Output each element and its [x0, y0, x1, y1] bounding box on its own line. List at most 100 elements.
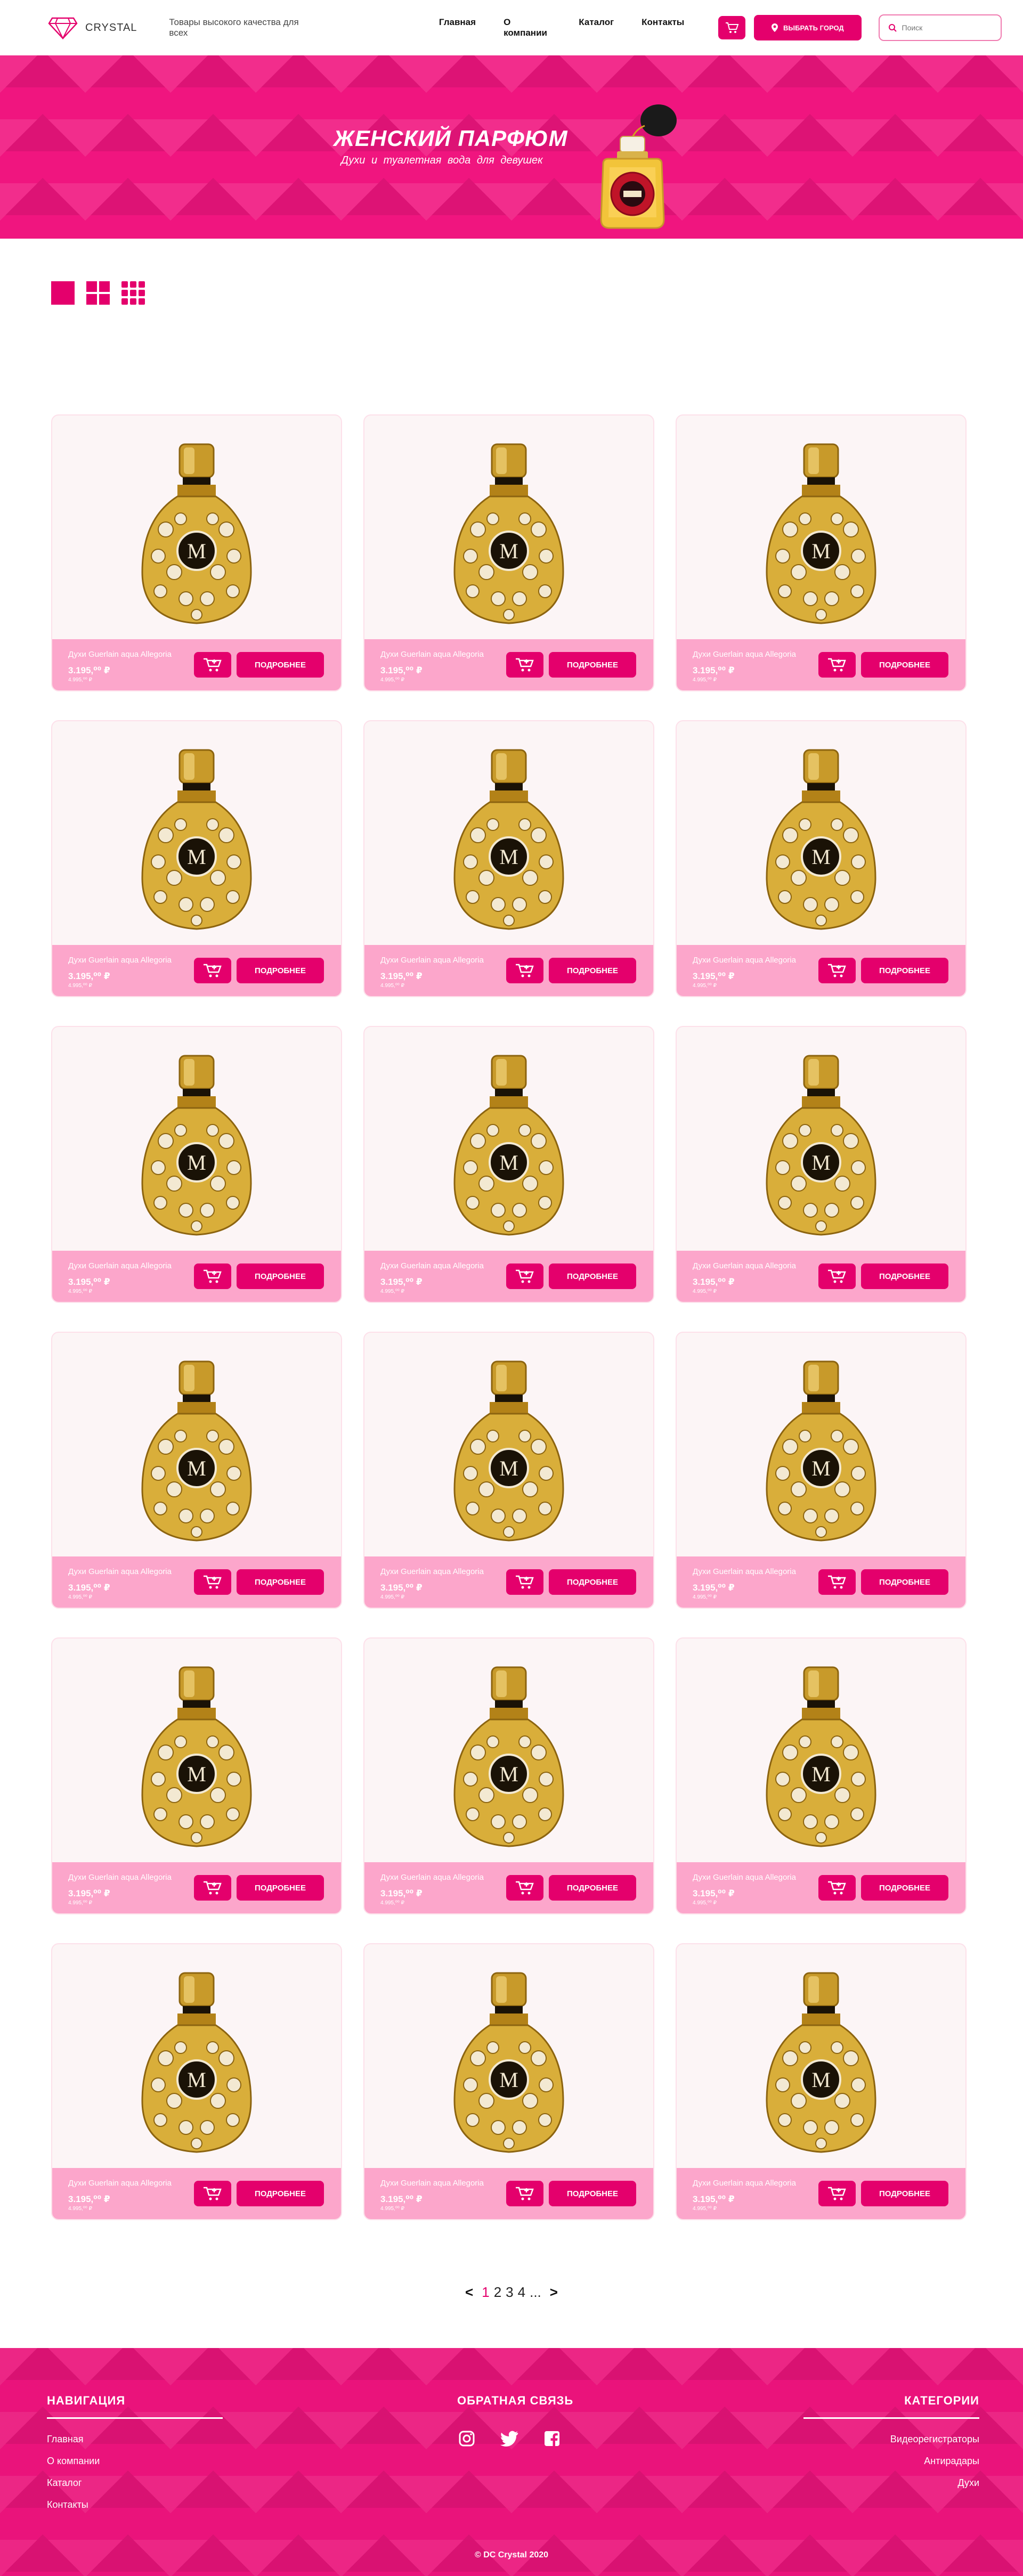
details-button[interactable]: ПОДРОБНЕЕ	[549, 2181, 636, 2206]
add-to-cart-button[interactable]	[506, 958, 543, 983]
product-image[interactable]: M	[52, 721, 341, 947]
pagination-page-4[interactable]: 4	[518, 2284, 525, 2301]
add-to-cart-button[interactable]	[506, 1875, 543, 1901]
product-image[interactable]: M	[52, 1638, 341, 1864]
add-to-cart-button[interactable]	[194, 1569, 231, 1595]
pagination-page-3[interactable]: 3	[506, 2284, 513, 2301]
footer-link-contacts[interactable]: Контакты	[47, 2499, 223, 2510]
add-to-cart-button[interactable]	[194, 1263, 231, 1289]
product-card[interactable]: M Духи Guerlain aqua Allegoria 3.195,⁰⁰ …	[51, 1332, 342, 1609]
add-to-cart-button[interactable]	[506, 1569, 543, 1595]
product-image[interactable]: M	[52, 1027, 341, 1253]
add-to-cart-button[interactable]	[506, 652, 543, 678]
instagram-icon[interactable]	[457, 2429, 476, 2448]
pagination-page-1[interactable]: 1	[482, 2284, 489, 2301]
product-card[interactable]: M Духи Guerlain aqua Allegoria 3.195,⁰⁰ …	[676, 414, 967, 691]
view-grid-3-button[interactable]	[121, 281, 145, 305]
add-to-cart-button[interactable]	[818, 958, 856, 983]
add-to-cart-icon	[828, 2187, 846, 2200]
product-card[interactable]: M Духи Guerlain aqua Allegoria 3.195,⁰⁰ …	[51, 720, 342, 997]
product-image[interactable]: M	[52, 1333, 341, 1559]
product-image[interactable]: M	[677, 721, 965, 947]
product-image[interactable]: M	[677, 415, 965, 641]
twitter-icon[interactable]	[500, 2429, 519, 2448]
details-button[interactable]: ПОДРОБНЕЕ	[549, 1569, 636, 1595]
product-image[interactable]: M	[364, 1638, 653, 1864]
product-card[interactable]: M Духи Guerlain aqua Allegoria 3.195,⁰⁰ …	[363, 1943, 654, 2220]
footer-link-home[interactable]: Главная	[47, 2434, 223, 2445]
details-button[interactable]: ПОДРОБНЕЕ	[237, 1875, 324, 1901]
view-grid-2-button[interactable]	[86, 281, 110, 305]
product-image[interactable]: M	[52, 1944, 341, 2170]
search-input[interactable]	[902, 23, 987, 32]
product-card[interactable]: M Духи Guerlain aqua Allegoria 3.195,⁰⁰ …	[676, 720, 967, 997]
add-to-cart-button[interactable]	[194, 652, 231, 678]
footer-category-antiradars[interactable]: Антирадары	[803, 2456, 979, 2467]
product-image[interactable]: M	[52, 415, 341, 641]
product-card[interactable]: M Духи Guerlain aqua Allegoria 3.195,⁰⁰ …	[676, 1026, 967, 1303]
details-button[interactable]: ПОДРОБНЕЕ	[237, 1263, 324, 1289]
product-image[interactable]: M	[677, 1333, 965, 1559]
details-button[interactable]: ПОДРОБНЕЕ	[861, 958, 948, 983]
product-card[interactable]: M Духи Guerlain aqua Allegoria 3.195,⁰⁰ …	[51, 414, 342, 691]
details-button[interactable]: ПОДРОБНЕЕ	[549, 958, 636, 983]
product-image[interactable]: M	[677, 1027, 965, 1253]
footer-link-catalog[interactable]: Каталог	[47, 2477, 223, 2489]
product-image[interactable]: M	[677, 1944, 965, 2170]
product-image[interactable]: M	[364, 1027, 653, 1253]
footer-category-dashcams[interactable]: Видеорегистраторы	[803, 2434, 979, 2445]
product-card[interactable]: M Духи Guerlain aqua Allegoria 3.195,⁰⁰ …	[676, 1332, 967, 1609]
logo[interactable]: CRYSTAL	[48, 16, 137, 39]
add-to-cart-button[interactable]	[818, 1569, 856, 1595]
details-button[interactable]: ПОДРОБНЕЕ	[237, 958, 324, 983]
pagination-next[interactable]: >	[546, 2284, 562, 2301]
add-to-cart-button[interactable]	[818, 1263, 856, 1289]
product-image[interactable]: M	[677, 1638, 965, 1864]
product-card[interactable]: M Духи Guerlain aqua Allegoria 3.195,⁰⁰ …	[363, 720, 654, 997]
product-image[interactable]: M	[364, 1944, 653, 2170]
product-card[interactable]: M Духи Guerlain aqua Allegoria 3.195,⁰⁰ …	[363, 414, 654, 691]
cart-button[interactable]	[718, 16, 746, 39]
details-button[interactable]: ПОДРОБНЕЕ	[861, 652, 948, 678]
footer-category-perfume[interactable]: Духи	[803, 2477, 979, 2489]
details-button[interactable]: ПОДРОБНЕЕ	[237, 1569, 324, 1595]
pagination-prev[interactable]: <	[461, 2284, 477, 2301]
details-button[interactable]: ПОДРОБНЕЕ	[237, 652, 324, 678]
facebook-icon[interactable]	[542, 2429, 562, 2448]
add-to-cart-button[interactable]	[194, 1875, 231, 1901]
nav-home[interactable]: Главная	[439, 17, 476, 38]
view-list-button[interactable]	[51, 281, 75, 305]
nav-contacts[interactable]: Контакты	[642, 17, 684, 38]
add-to-cart-button[interactable]	[818, 652, 856, 678]
product-card[interactable]: M Духи Guerlain aqua Allegoria 3.195,⁰⁰ …	[51, 1943, 342, 2220]
product-card[interactable]: M Духи Guerlain aqua Allegoria 3.195,⁰⁰ …	[363, 1637, 654, 1914]
product-card[interactable]: M Духи Guerlain aqua Allegoria 3.195,⁰⁰ …	[51, 1026, 342, 1303]
nav-catalog[interactable]: Каталог	[579, 17, 614, 38]
pagination-page-2[interactable]: 2	[494, 2284, 501, 2301]
product-card[interactable]: M Духи Guerlain aqua Allegoria 3.195,⁰⁰ …	[363, 1026, 654, 1303]
add-to-cart-button[interactable]	[506, 2181, 543, 2206]
details-button[interactable]: ПОДРОБНЕЕ	[861, 2181, 948, 2206]
add-to-cart-button[interactable]	[194, 958, 231, 983]
details-button[interactable]: ПОДРОБНЕЕ	[861, 1569, 948, 1595]
product-image[interactable]: M	[364, 415, 653, 641]
details-button[interactable]: ПОДРОБНЕЕ	[549, 1875, 636, 1901]
details-button[interactable]: ПОДРОБНЕЕ	[861, 1875, 948, 1901]
nav-about[interactable]: О компании	[504, 17, 551, 38]
add-to-cart-button[interactable]	[506, 1263, 543, 1289]
product-image[interactable]: M	[364, 1333, 653, 1559]
product-card[interactable]: M Духи Guerlain aqua Allegoria 3.195,⁰⁰ …	[676, 1943, 967, 2220]
details-button[interactable]: ПОДРОБНЕЕ	[549, 652, 636, 678]
details-button[interactable]: ПОДРОБНЕЕ	[237, 2181, 324, 2206]
choose-city-button[interactable]: ВЫБРАТЬ ГОРОД	[754, 15, 862, 40]
product-card[interactable]: M Духи Guerlain aqua Allegoria 3.195,⁰⁰ …	[363, 1332, 654, 1609]
product-card[interactable]: M Духи Guerlain aqua Allegoria 3.195,⁰⁰ …	[676, 1637, 967, 1914]
product-image[interactable]: M	[364, 721, 653, 947]
details-button[interactable]: ПОДРОБНЕЕ	[861, 1263, 948, 1289]
details-button[interactable]: ПОДРОБНЕЕ	[549, 1263, 636, 1289]
add-to-cart-button[interactable]	[194, 2181, 231, 2206]
add-to-cart-button[interactable]	[818, 1875, 856, 1901]
product-card[interactable]: M Духи Guerlain aqua Allegoria 3.195,⁰⁰ …	[51, 1637, 342, 1914]
footer-link-about[interactable]: О компании	[47, 2456, 223, 2467]
add-to-cart-button[interactable]	[818, 2181, 856, 2206]
